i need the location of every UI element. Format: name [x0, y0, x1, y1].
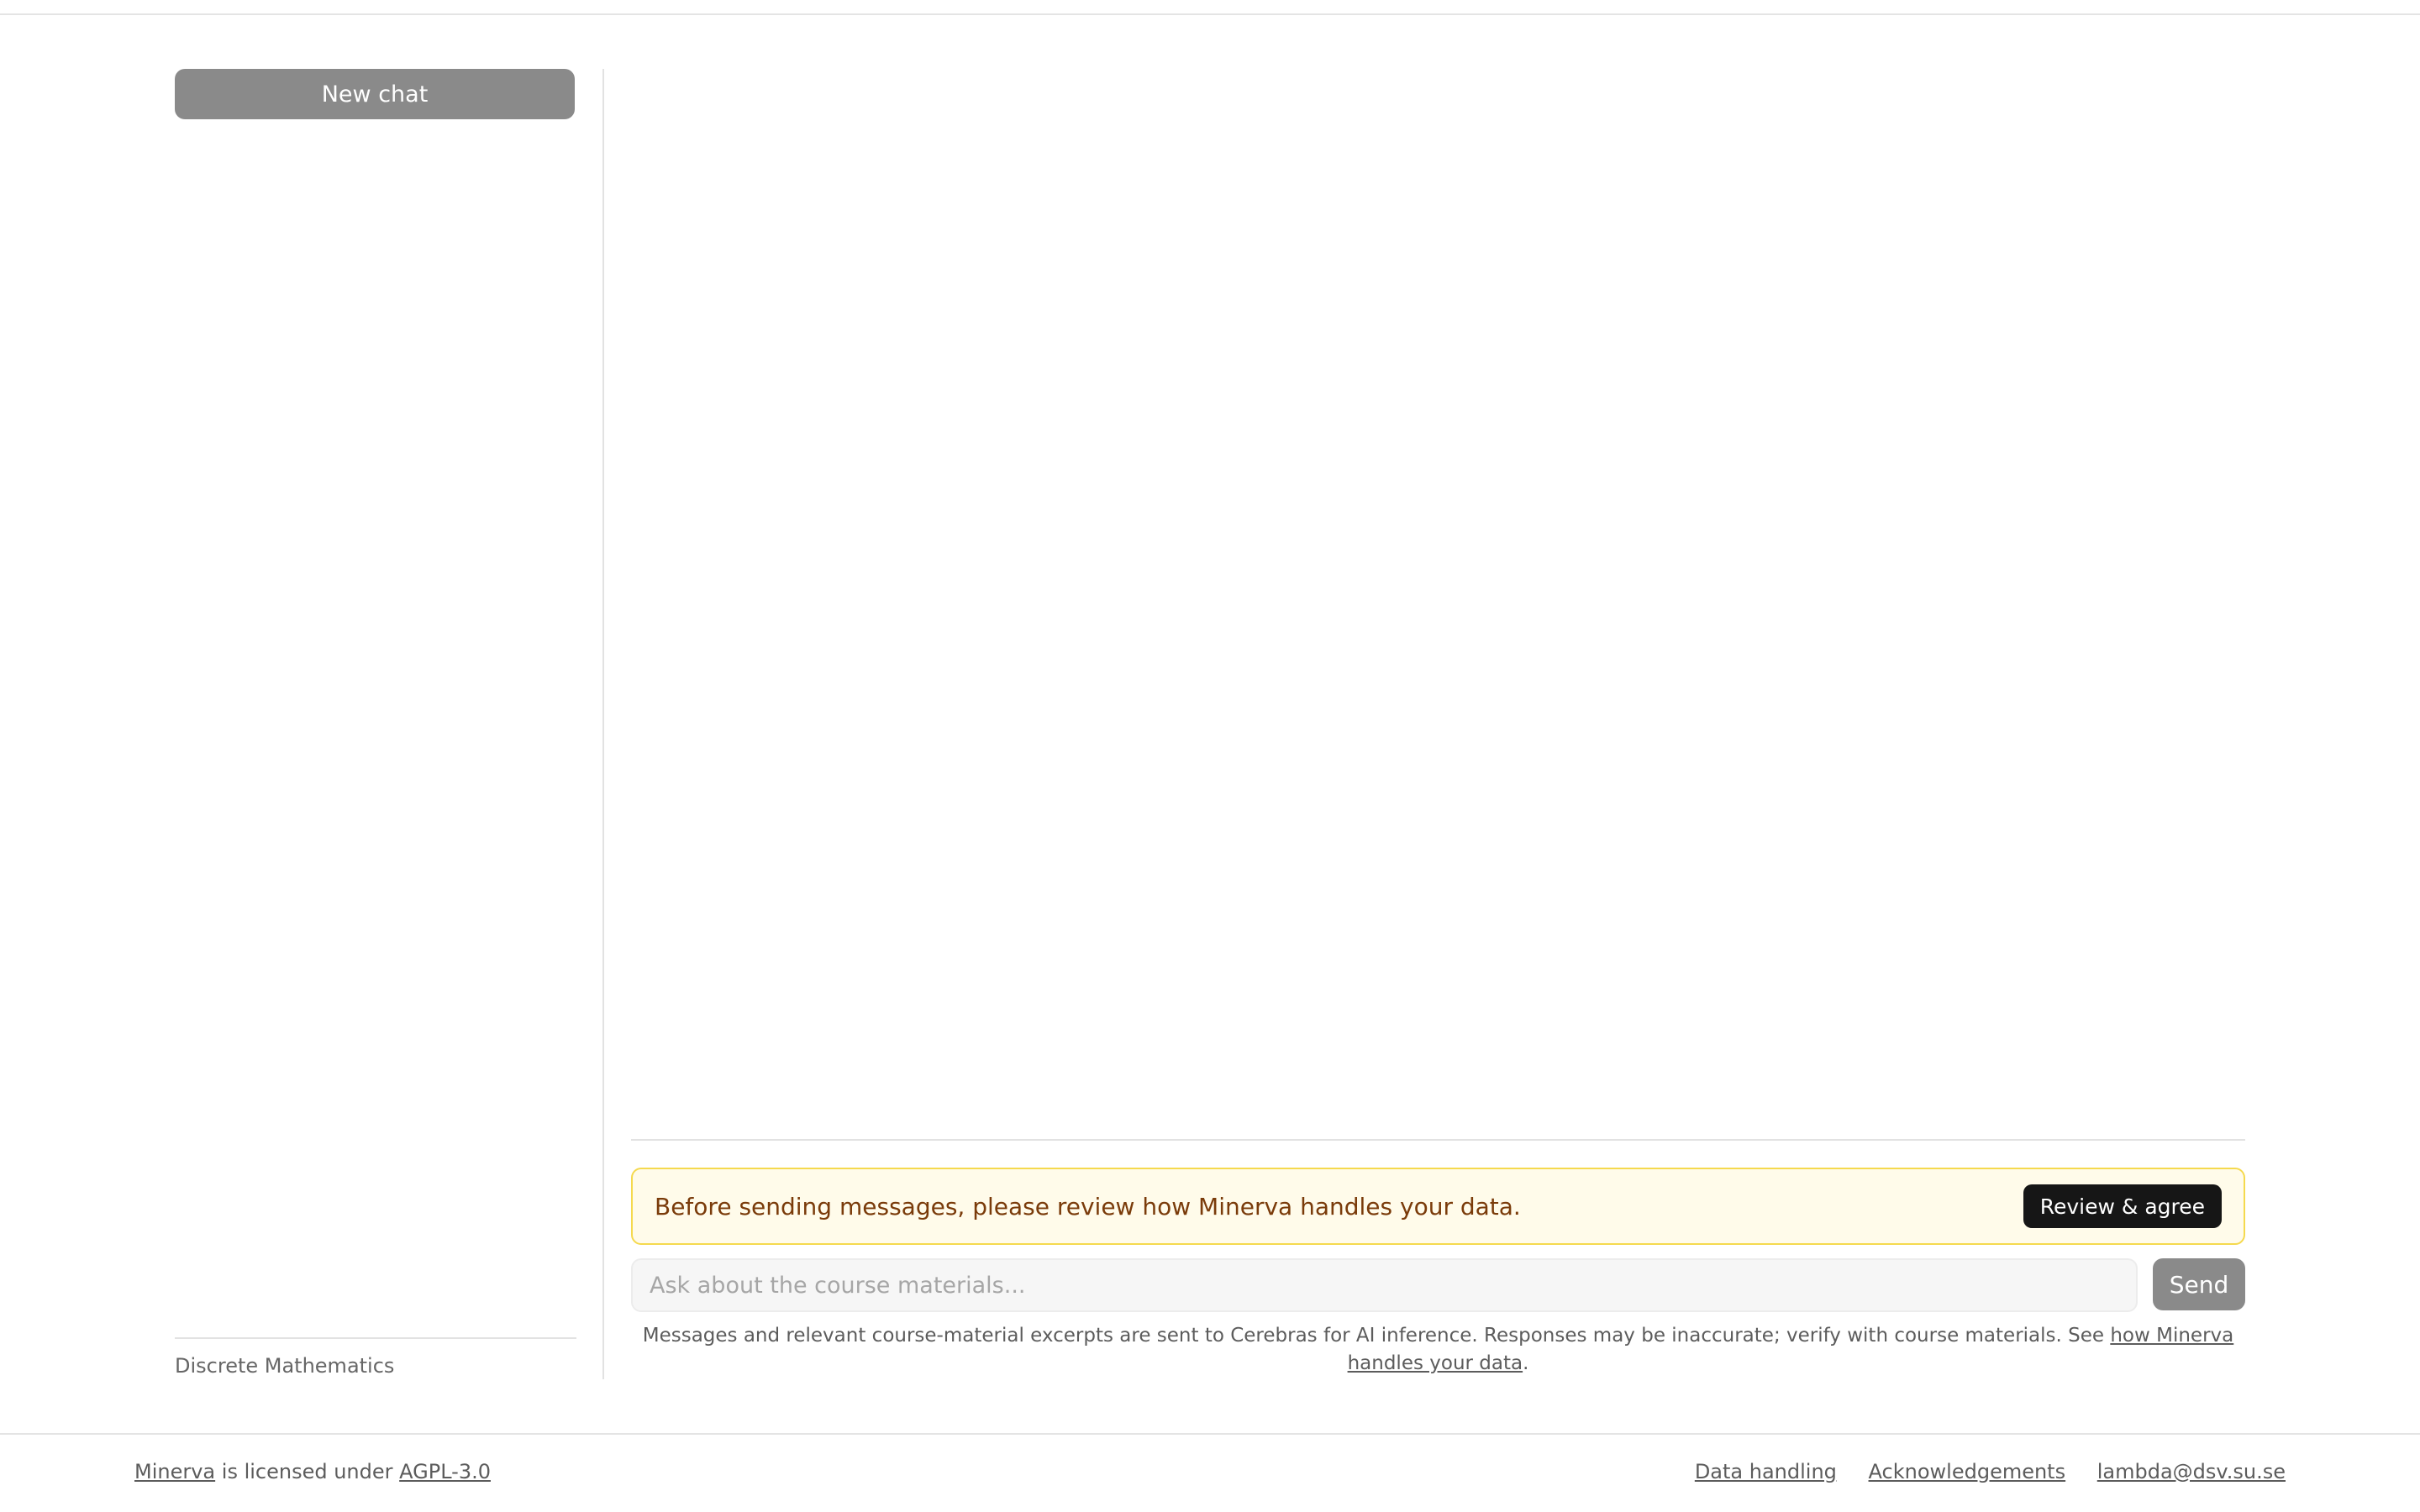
license-notice: Minerva is licensed under AGPL-3.0	[134, 1460, 491, 1483]
messages-divider	[631, 1139, 2245, 1141]
sidebar: New chat Discrete Mathematics	[175, 69, 576, 1379]
composer: Send	[631, 1258, 2245, 1312]
footer-link-acknowledgements[interactable]: Acknowledgements	[1869, 1460, 2066, 1483]
sidebar-footer: Discrete Mathematics	[175, 1337, 576, 1378]
ai-disclaimer: Messages and relevant course-material ex…	[631, 1322, 2245, 1378]
new-chat-button[interactable]: New chat	[175, 69, 575, 119]
footer-link-contact-email[interactable]: lambda@dsv.su.se	[2097, 1460, 2286, 1483]
page-footer: Minerva is licensed under AGPL-3.0 Data …	[134, 1460, 2286, 1490]
license-text: is licensed under	[215, 1460, 400, 1483]
consent-notice-text: Before sending messages, please review h…	[655, 1192, 1521, 1221]
footer-link-data-handling[interactable]: Data handling	[1695, 1460, 1837, 1483]
disclaimer-suffix: .	[1523, 1352, 1529, 1374]
disclaimer-text: Messages and relevant course-material ex…	[642, 1325, 2111, 1347]
agpl-license-link[interactable]: AGPL-3.0	[399, 1460, 491, 1483]
sidebar-divider	[602, 69, 604, 1379]
minerva-project-link[interactable]: Minerva	[134, 1460, 215, 1483]
chat-input[interactable]	[631, 1258, 2138, 1312]
review-agree-button[interactable]: Review & agree	[2023, 1184, 2222, 1228]
course-name: Discrete Mathematics	[175, 1354, 395, 1378]
send-button[interactable]: Send	[2153, 1258, 2245, 1310]
footer-divider	[0, 1433, 2420, 1435]
footer-links: Data handling Acknowledgements lambda@ds…	[1670, 1460, 2286, 1483]
data-consent-banner: Before sending messages, please review h…	[631, 1168, 2245, 1245]
header-divider	[0, 13, 2420, 15]
